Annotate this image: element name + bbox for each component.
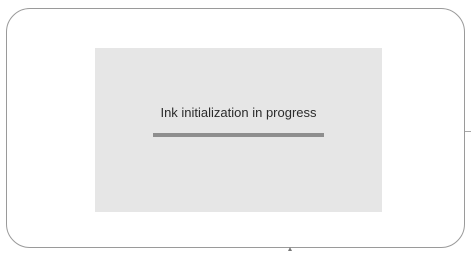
progress-dialog: Ink initialization in progress	[95, 48, 382, 212]
progress-bar	[153, 133, 324, 137]
progress-bar-fill	[153, 133, 324, 137]
status-message: Ink initialization in progress	[160, 105, 317, 120]
frame-edge-line	[465, 131, 471, 132]
bottom-indicator-icon	[288, 247, 292, 251]
